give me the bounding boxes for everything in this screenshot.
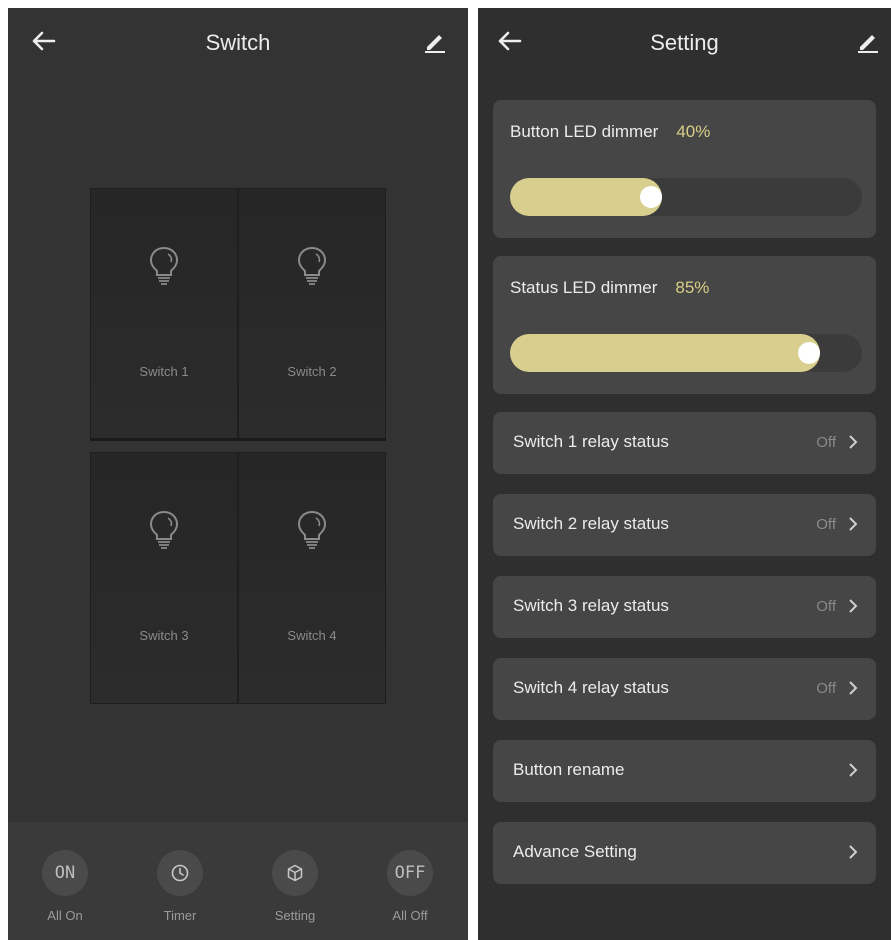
switch-tile-1[interactable]: Switch 1 — [90, 188, 238, 440]
chevron-right-icon — [849, 845, 858, 859]
header: Setting — [478, 8, 891, 78]
switch-screen: Switch Switch 1 Switch 2 Switch 3 Switch… — [8, 8, 468, 940]
button-led-slider[interactable] — [510, 178, 862, 216]
button-rename-row[interactable]: Button rename — [493, 740, 876, 802]
row-label: Switch 2 relay status — [513, 514, 669, 533]
button-led-value: 40% — [676, 122, 711, 141]
chevron-right-icon — [849, 681, 858, 695]
setting-circle — [272, 850, 318, 896]
divider — [90, 438, 386, 441]
page-title: Switch — [205, 30, 271, 55]
light-bulb-icon — [297, 246, 327, 285]
all-off-icon: OFF — [387, 850, 433, 896]
all-off-icon-text: OFF — [394, 863, 426, 883]
switch-label: Switch 4 — [287, 628, 337, 643]
status-led-value: 85% — [675, 278, 710, 297]
all-on-icon: ON — [42, 850, 88, 896]
header: Switch — [8, 8, 468, 78]
all-on-label: All On — [47, 908, 83, 923]
chevron-right-icon — [849, 435, 858, 449]
row-label: Switch 1 relay status — [513, 432, 669, 451]
row-value: Off — [816, 434, 836, 451]
setting-screen: Setting Button LED dimmer 40% Status LED … — [478, 8, 891, 940]
switch-tile-3[interactable]: Switch 3 — [90, 452, 238, 704]
page-title: Setting — [650, 30, 719, 55]
button-led-label: Button LED dimmer — [510, 122, 659, 141]
light-bulb-icon — [149, 246, 179, 285]
slider-thumb[interactable] — [639, 186, 662, 208]
setting-button[interactable]: Setting — [250, 850, 340, 923]
switch-grid: Switch 1 Switch 2 Switch 3 Switch 4 — [90, 188, 386, 704]
row-value: Off — [816, 516, 836, 533]
chevron-right-icon — [849, 517, 858, 531]
light-bulb-icon — [149, 510, 179, 549]
switch-4-relay-row[interactable]: Switch 4 relay status Off — [493, 658, 876, 720]
switch-2-relay-row[interactable]: Switch 2 relay status Off — [493, 494, 876, 556]
row-value: Off — [816, 598, 836, 615]
advance-setting-row[interactable]: Advance Setting — [493, 822, 876, 884]
switch-3-relay-row[interactable]: Switch 3 relay status Off — [493, 576, 876, 638]
switch-tile-2[interactable]: Switch 2 — [238, 188, 386, 440]
setting-label: Setting — [274, 908, 316, 923]
all-on-button[interactable]: ON All On — [20, 850, 110, 923]
switch-label: Switch 1 — [139, 364, 189, 379]
edit-pencil-icon[interactable] — [422, 28, 448, 54]
status-led-label: Status LED dimmer — [510, 278, 658, 297]
bottom-toolbar: ON All On Timer Setting OFF All Off — [8, 822, 468, 940]
all-on-icon-text: ON — [54, 863, 76, 883]
all-off-label: All Off — [392, 908, 428, 923]
switch-tile-4[interactable]: Switch 4 — [238, 452, 386, 704]
clock-icon — [171, 864, 189, 882]
row-label: Advance Setting — [513, 842, 637, 861]
button-led-title: Button LED dimmer 40% — [510, 122, 710, 142]
row-label: Switch 3 relay status — [513, 596, 669, 615]
status-led-title: Status LED dimmer 85% — [510, 278, 709, 298]
all-off-button[interactable]: OFF All Off — [365, 850, 455, 923]
timer-button[interactable]: Timer — [135, 850, 225, 923]
row-value: Off — [816, 680, 836, 697]
cube-icon — [287, 864, 303, 882]
chevron-right-icon — [849, 763, 858, 777]
status-led-dimmer-card: Status LED dimmer 85% — [493, 256, 876, 394]
chevron-right-icon — [849, 599, 858, 613]
switch-1-relay-row[interactable]: Switch 1 relay status Off — [493, 412, 876, 474]
timer-label: Timer — [163, 908, 197, 923]
switch-label: Switch 2 — [287, 364, 337, 379]
row-label: Switch 4 relay status — [513, 678, 669, 697]
edit-pencil-icon[interactable] — [855, 28, 881, 54]
row-label: Button rename — [513, 760, 625, 779]
status-led-slider[interactable] — [510, 334, 862, 372]
button-led-dimmer-card: Button LED dimmer 40% — [493, 100, 876, 238]
light-bulb-icon — [297, 510, 327, 549]
switch-label: Switch 3 — [139, 628, 189, 643]
timer-circle — [157, 850, 203, 896]
slider-fill — [510, 334, 821, 372]
